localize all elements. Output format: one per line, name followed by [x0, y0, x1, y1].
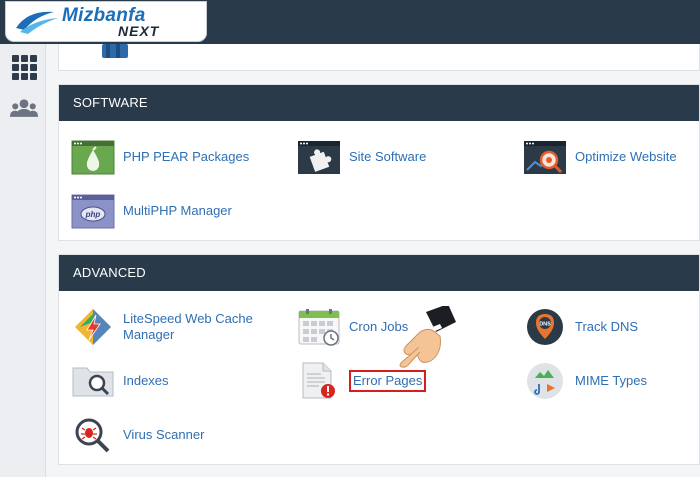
- previous-section-panel: [58, 44, 700, 71]
- dns-pin-icon: DNS: [527, 309, 563, 345]
- grid-icon[interactable]: [10, 54, 38, 80]
- software-header[interactable]: SOFTWARE: [59, 85, 699, 121]
- virus-scanner-link[interactable]: Virus Scanner: [71, 416, 204, 454]
- svg-text:DNS: DNS: [539, 322, 551, 328]
- indexes-label: Indexes: [123, 373, 169, 388]
- litespeed-cache-link[interactable]: LiteSpeed Web Cache Manager: [71, 308, 263, 346]
- advanced-header[interactable]: ADVANCED: [59, 255, 699, 291]
- folder-search-icon: [72, 367, 114, 397]
- track-dns-link[interactable]: DNS Track DNS: [523, 308, 638, 346]
- users-icon[interactable]: [10, 96, 38, 122]
- php-pear-packages-label: PHP PEAR Packages: [123, 149, 250, 164]
- track-dns-label: Track DNS: [575, 319, 639, 334]
- brand-logo[interactable]: Mizbanfa NEXT: [5, 1, 207, 42]
- multiphp-manager-link[interactable]: php MultiPHP Manager: [71, 192, 232, 230]
- magnifier-gear-icon: [524, 141, 566, 174]
- media-icon: [527, 363, 563, 399]
- advanced-panel: ADVANCED LiteSpeed Web Cache Manager Cro…: [58, 254, 700, 465]
- litespeed-cache-label: LiteSpeed Web Cache Manager: [123, 311, 253, 342]
- logo-swoosh-icon: [16, 11, 58, 34]
- software-panel: SOFTWARE PHP PEAR Packages Site Software: [58, 84, 700, 241]
- indexes-link[interactable]: Indexes: [71, 362, 169, 400]
- virus-scan-icon: [75, 418, 110, 453]
- php-pear-packages-link[interactable]: PHP PEAR Packages: [71, 138, 249, 176]
- error-pages-label: Error Pages: [349, 370, 427, 392]
- mime-types-link[interactable]: MIME Types: [523, 362, 647, 400]
- site-software-link[interactable]: Site Software: [297, 138, 426, 176]
- cron-jobs-link[interactable]: Cron Jobs: [297, 308, 408, 346]
- calendar-icon: [298, 309, 340, 346]
- multiphp-manager-label: MultiPHP Manager: [123, 203, 232, 218]
- php-icon: php: [71, 194, 115, 229]
- site-software-label: Site Software: [349, 149, 427, 164]
- sidebar: [0, 44, 46, 477]
- pointing-hand-icon: [399, 306, 456, 368]
- brand-tagline: NEXT: [118, 23, 160, 39]
- mime-types-label: MIME Types: [575, 373, 648, 388]
- svg-text:php: php: [85, 210, 101, 219]
- previous-item-icon: [102, 44, 128, 58]
- optimize-website-link[interactable]: Optimize Website: [523, 138, 677, 176]
- main-content: SOFTWARE PHP PEAR Packages Site Software: [46, 44, 700, 477]
- optimize-website-label: Optimize Website: [575, 149, 677, 164]
- puzzle-icon: [298, 141, 340, 174]
- virus-scanner-label: Virus Scanner: [123, 427, 205, 442]
- php-pear-icon: [71, 140, 115, 175]
- litespeed-icon: [75, 309, 111, 345]
- error-document-icon: [302, 362, 335, 399]
